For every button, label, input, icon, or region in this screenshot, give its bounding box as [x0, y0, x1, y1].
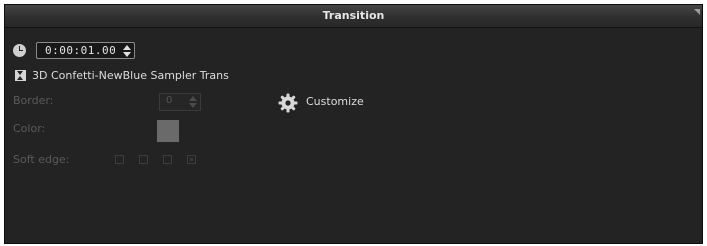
clock-icon	[13, 44, 26, 57]
soft-edge-option-strong[interactable]	[187, 155, 196, 164]
border-value: 0	[166, 95, 173, 106]
spin-up-icon[interactable]	[123, 45, 131, 50]
color-label: Color:	[13, 122, 46, 135]
panel-titlebar: Transition	[5, 5, 702, 28]
transition-panel: Transition 0:00:01.00 3D Confetti-NewBlu…	[4, 4, 703, 244]
soft-edge-option-medium[interactable]	[163, 155, 172, 164]
spin-down-icon[interactable]	[189, 103, 197, 108]
border-label: Border:	[13, 94, 54, 107]
customize-button[interactable]: Customize	[306, 95, 364, 108]
duration-value: 0:00:01.00	[45, 44, 117, 57]
border-spinner[interactable]	[189, 96, 198, 108]
soft-edge-option-weak[interactable]	[139, 155, 148, 164]
spin-up-icon[interactable]	[189, 96, 197, 101]
soft-edge-label: Soft edge:	[13, 153, 70, 166]
soft-edge-option-none[interactable]	[115, 155, 124, 164]
gear-icon[interactable]	[278, 93, 298, 113]
spin-down-icon[interactable]	[123, 52, 131, 57]
border-color-swatch[interactable]	[157, 120, 179, 142]
transition-icon	[15, 70, 26, 81]
transition-name: 3D Confetti-NewBlue Sampler Trans	[32, 69, 229, 82]
panel-corner-icon[interactable]	[694, 9, 700, 15]
duration-spinner[interactable]	[123, 45, 132, 57]
panel-title: Transition	[322, 9, 385, 22]
duration-timecode-input[interactable]: 0:00:01.00	[36, 42, 135, 59]
border-width-input[interactable]: 0	[159, 93, 201, 111]
